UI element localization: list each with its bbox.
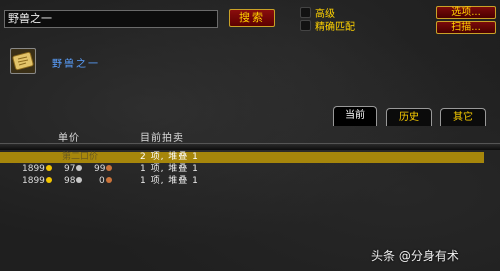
row-gold: 1899 xyxy=(22,176,52,187)
copper-amount: 0 xyxy=(99,176,105,186)
tab-history[interactable]: 历史 xyxy=(386,108,432,126)
exact-match-checkbox[interactable] xyxy=(300,20,311,31)
unit-price-header[interactable]: 单价 xyxy=(58,129,80,144)
table-row[interactable]: 第二口价 2 项, 堆叠 1 xyxy=(0,152,500,163)
table-row[interactable]: 1899 97 99 1 项, 堆叠 1 xyxy=(0,164,500,175)
table-row[interactable]: 1899 98 0 1 项, 堆叠 1 xyxy=(0,176,500,187)
copper-coin-icon xyxy=(105,177,112,183)
row-copper: 0 xyxy=(99,176,112,187)
search-input[interactable]: 野兽之一 xyxy=(4,10,218,28)
tab-other[interactable]: 其它 xyxy=(440,108,486,126)
options-button[interactable]: 选项... xyxy=(436,6,496,19)
tab-current[interactable]: 当前 xyxy=(333,106,377,126)
row-copper: 99 xyxy=(94,164,113,175)
silver-amount: 97 xyxy=(64,164,76,174)
row-silver: 97 xyxy=(64,164,83,175)
silver-amount: 98 xyxy=(64,176,76,186)
row-quantity: 1 项, 堆叠 1 xyxy=(140,164,199,174)
watermark: 头条 @分身有术 xyxy=(371,249,459,263)
exact-match-label: 精确匹配 xyxy=(315,22,355,33)
gold-coin-icon xyxy=(45,165,52,171)
silver-coin-icon xyxy=(76,165,83,171)
row-price-text: 第二口价 xyxy=(62,152,99,162)
row-gold: 1899 xyxy=(22,164,52,175)
current-auctions-header[interactable]: 目前拍卖 xyxy=(140,129,184,144)
advanced-label: 高级 xyxy=(315,9,335,20)
item-name[interactable]: 野兽之一 xyxy=(52,55,100,70)
copper-coin-icon xyxy=(106,165,113,171)
row-silver: 98 xyxy=(64,176,83,187)
row-quantity: 2 项, 堆叠 1 xyxy=(140,152,199,162)
exact-match-option[interactable]: 精确匹配 xyxy=(300,20,355,33)
copper-amount: 99 xyxy=(94,164,106,174)
advanced-checkbox[interactable] xyxy=(300,7,311,18)
gold-amount: 1899 xyxy=(22,176,45,186)
row-quantity: 1 项, 堆叠 1 xyxy=(140,176,199,186)
gold-coin-icon xyxy=(45,177,52,183)
header-divider xyxy=(0,143,500,150)
silver-coin-icon xyxy=(76,177,83,183)
gold-amount: 1899 xyxy=(22,164,45,174)
golden-tablet-icon[interactable] xyxy=(10,48,36,74)
scan-button[interactable]: 扫描... xyxy=(436,21,496,34)
advanced-option[interactable]: 高级 xyxy=(300,7,335,20)
search-button[interactable]: 搜索 xyxy=(229,9,275,27)
tablet-graphic xyxy=(12,51,34,71)
search-bar: 野兽之一 搜索 高级 精确匹配 选项... 扫描... xyxy=(0,0,500,38)
